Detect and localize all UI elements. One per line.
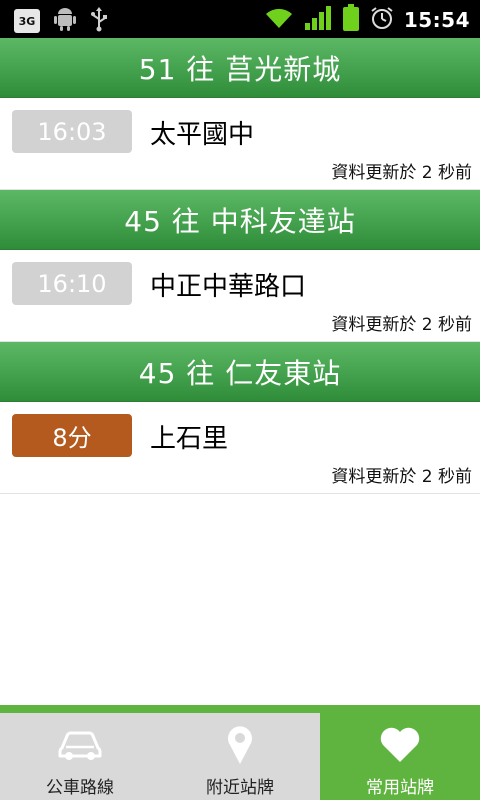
route-header[interactable]: 45 往 中科友達站 <box>0 190 480 250</box>
status-bar: 3G 15:54 <box>0 0 480 38</box>
signal-icon <box>304 5 332 35</box>
route-header[interactable]: 45 往 仁友東站 <box>0 342 480 402</box>
tab-label: 常用站牌 <box>366 778 434 798</box>
tab-nearby-stops[interactable]: 附近站牌 <box>160 713 320 800</box>
update-timestamp: 資料更新於 2 秒前 <box>331 315 472 335</box>
battery-icon <box>342 4 360 36</box>
stop-row[interactable]: 16:03 太平國中 資料更新於 2 秒前 <box>0 98 480 190</box>
stop-name: 上石里 <box>150 424 229 454</box>
stop-row[interactable]: 8分 上石里 資料更新於 2 秒前 <box>0 402 480 494</box>
wifi-icon <box>264 6 294 34</box>
map-pin-icon <box>226 725 254 765</box>
alarm-icon <box>370 6 394 34</box>
stop-name: 太平國中 <box>150 120 255 150</box>
update-timestamp: 資料更新於 2 秒前 <box>331 163 472 183</box>
tab-label: 附近站牌 <box>206 778 274 798</box>
eta-badge: 16:10 <box>12 262 132 305</box>
eta-badge: 16:03 <box>12 110 132 153</box>
tab-favorite-stops[interactable]: 常用站牌 <box>320 705 480 800</box>
update-timestamp: 資料更新於 2 秒前 <box>331 467 472 487</box>
favorite-stops-list: 51 往 莒光新城 16:03 太平國中 資料更新於 2 秒前 45 往 中科友… <box>0 38 480 705</box>
tab-label: 公車路線 <box>46 778 114 798</box>
car-icon <box>58 725 102 765</box>
android-icon <box>54 7 76 35</box>
stop-row[interactable]: 16:10 中正中華路口 資料更新於 2 秒前 <box>0 250 480 342</box>
heart-icon <box>378 725 422 765</box>
usb-icon <box>90 6 108 36</box>
status-clock: 15:54 <box>403 8 470 32</box>
network-3g-icon: 3G <box>14 9 40 33</box>
eta-badge-imminent: 8分 <box>12 414 132 457</box>
stop-name: 中正中華路口 <box>150 272 307 302</box>
route-header[interactable]: 51 往 莒光新城 <box>0 38 480 98</box>
tab-bus-routes[interactable]: 公車路線 <box>0 713 160 800</box>
bottom-tab-bar: 公車路線 附近站牌 常用站牌 <box>0 705 480 800</box>
